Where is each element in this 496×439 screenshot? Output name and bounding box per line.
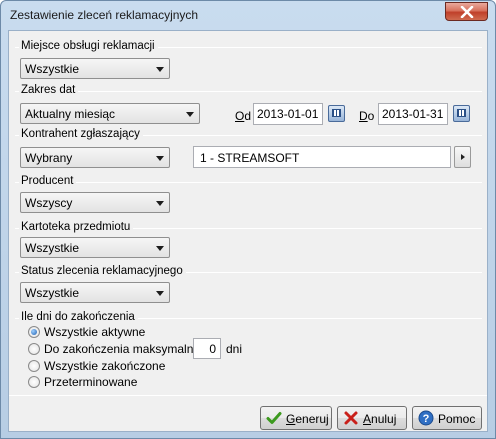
producer-select[interactable]: Wszyscy bbox=[20, 192, 170, 213]
cross-icon bbox=[344, 411, 358, 425]
radio-button[interactable] bbox=[28, 343, 40, 355]
group-label-producer: Producent bbox=[19, 175, 77, 187]
order-status-select[interactable]: Wszystkie bbox=[20, 282, 170, 303]
reporting-contractor-value: Wybrany bbox=[25, 151, 73, 165]
date-to-label: Do bbox=[359, 109, 374, 123]
radio-label: Wszystkie zakończone bbox=[44, 359, 166, 373]
group-label-date-range: Zakres dat bbox=[19, 84, 79, 96]
radio-label: Przeterminowane bbox=[44, 375, 138, 389]
chevron-down-icon bbox=[186, 112, 194, 117]
chevron-down-icon bbox=[156, 156, 164, 161]
close-icon bbox=[460, 6, 474, 18]
title-bar[interactable]: Zestawienie zleceń reklamacyjnych bbox=[1, 1, 495, 29]
footer-divider bbox=[9, 395, 487, 396]
cancel-button[interactable]: Anuluj bbox=[337, 406, 407, 430]
close-button[interactable] bbox=[445, 2, 488, 21]
chevron-right-icon bbox=[461, 154, 465, 160]
generate-accel: G bbox=[286, 412, 296, 426]
group-label-item-card: Kartoteka przedmiotu bbox=[19, 221, 134, 233]
chevron-down-icon bbox=[156, 246, 164, 251]
group-divider bbox=[15, 91, 482, 92]
help-button-label: Pomoc bbox=[438, 412, 476, 426]
radio-button[interactable] bbox=[28, 376, 40, 388]
cancel-accel: A bbox=[363, 412, 372, 426]
chevron-down-icon bbox=[156, 201, 164, 206]
chevron-down-icon bbox=[156, 67, 164, 72]
date-range-select[interactable]: Aktualny miesiąc bbox=[20, 103, 200, 124]
days-unit-label: dni bbox=[226, 342, 243, 356]
dialog-window: Zestawienie zleceń reklamacyjnych Miejsc… bbox=[0, 0, 496, 439]
date-from-label-rest: d bbox=[244, 109, 252, 123]
help-button[interactable]: ? Pomoc bbox=[412, 406, 482, 430]
dialog-body: Miejsce obsługi reklamacji Wszystkie Zak… bbox=[8, 30, 488, 432]
group-label-service-location: Miejsce obsługi reklamacji bbox=[19, 40, 158, 52]
date-to-input[interactable]: 2013-01-31 bbox=[378, 103, 448, 125]
calendar-icon bbox=[332, 109, 341, 117]
date-from-input[interactable]: 2013-01-01 bbox=[253, 103, 323, 125]
generate-button[interactable]: Generuj bbox=[260, 406, 332, 430]
service-location-select[interactable]: Wszystkie bbox=[20, 58, 170, 79]
radio-button[interactable] bbox=[28, 360, 40, 372]
group-label-days-to-completion: Ile dni do zakończenia bbox=[19, 311, 138, 323]
max-days-input[interactable]: 0 bbox=[193, 338, 221, 359]
date-to-accel: D bbox=[359, 109, 368, 123]
selected-contractor-field[interactable]: 1 - STREAMSOFT bbox=[193, 146, 451, 168]
order-status-value: Wszystkie bbox=[25, 286, 79, 300]
cancel-label-rest: nuluj bbox=[371, 412, 397, 426]
window-title: Zestawienie zleceń reklamacyjnych bbox=[10, 8, 199, 22]
cancel-button-label: Anuluj bbox=[363, 412, 396, 426]
date-from-calendar-button[interactable] bbox=[328, 105, 345, 122]
generate-button-label: Generuj bbox=[286, 412, 329, 426]
item-card-select[interactable]: Wszystkie bbox=[20, 237, 170, 258]
radio-label: Wszystkie aktywne bbox=[44, 325, 146, 339]
producer-value: Wszyscy bbox=[25, 196, 73, 210]
item-card-value: Wszystkie bbox=[25, 241, 79, 255]
select-contractor-button[interactable] bbox=[454, 146, 471, 168]
calendar-icon bbox=[457, 109, 466, 117]
reporting-contractor-select[interactable]: Wybrany bbox=[20, 147, 170, 168]
group-label-order-status: Status zlecenia reklamacyjnego bbox=[19, 265, 186, 277]
radio-label: Do zakończenia maksymalnie bbox=[44, 342, 203, 356]
help-icon: ? bbox=[418, 410, 434, 426]
checkmark-icon bbox=[266, 412, 282, 424]
date-from-label: Od bbox=[235, 109, 251, 123]
date-to-calendar-button[interactable] bbox=[453, 105, 470, 122]
svg-text:?: ? bbox=[423, 413, 430, 425]
generate-label-rest: eneruj bbox=[295, 412, 329, 426]
service-location-value: Wszystkie bbox=[25, 62, 79, 76]
date-from-accel: O bbox=[235, 109, 245, 123]
group-label-reporting-contractor: Kontrahent zgłaszający bbox=[19, 128, 143, 140]
date-to-label-rest: o bbox=[367, 109, 375, 123]
chevron-down-icon bbox=[156, 291, 164, 296]
group-divider bbox=[15, 182, 482, 183]
date-range-value: Aktualny miesiąc bbox=[25, 107, 116, 121]
radio-button-checked[interactable] bbox=[28, 326, 40, 338]
